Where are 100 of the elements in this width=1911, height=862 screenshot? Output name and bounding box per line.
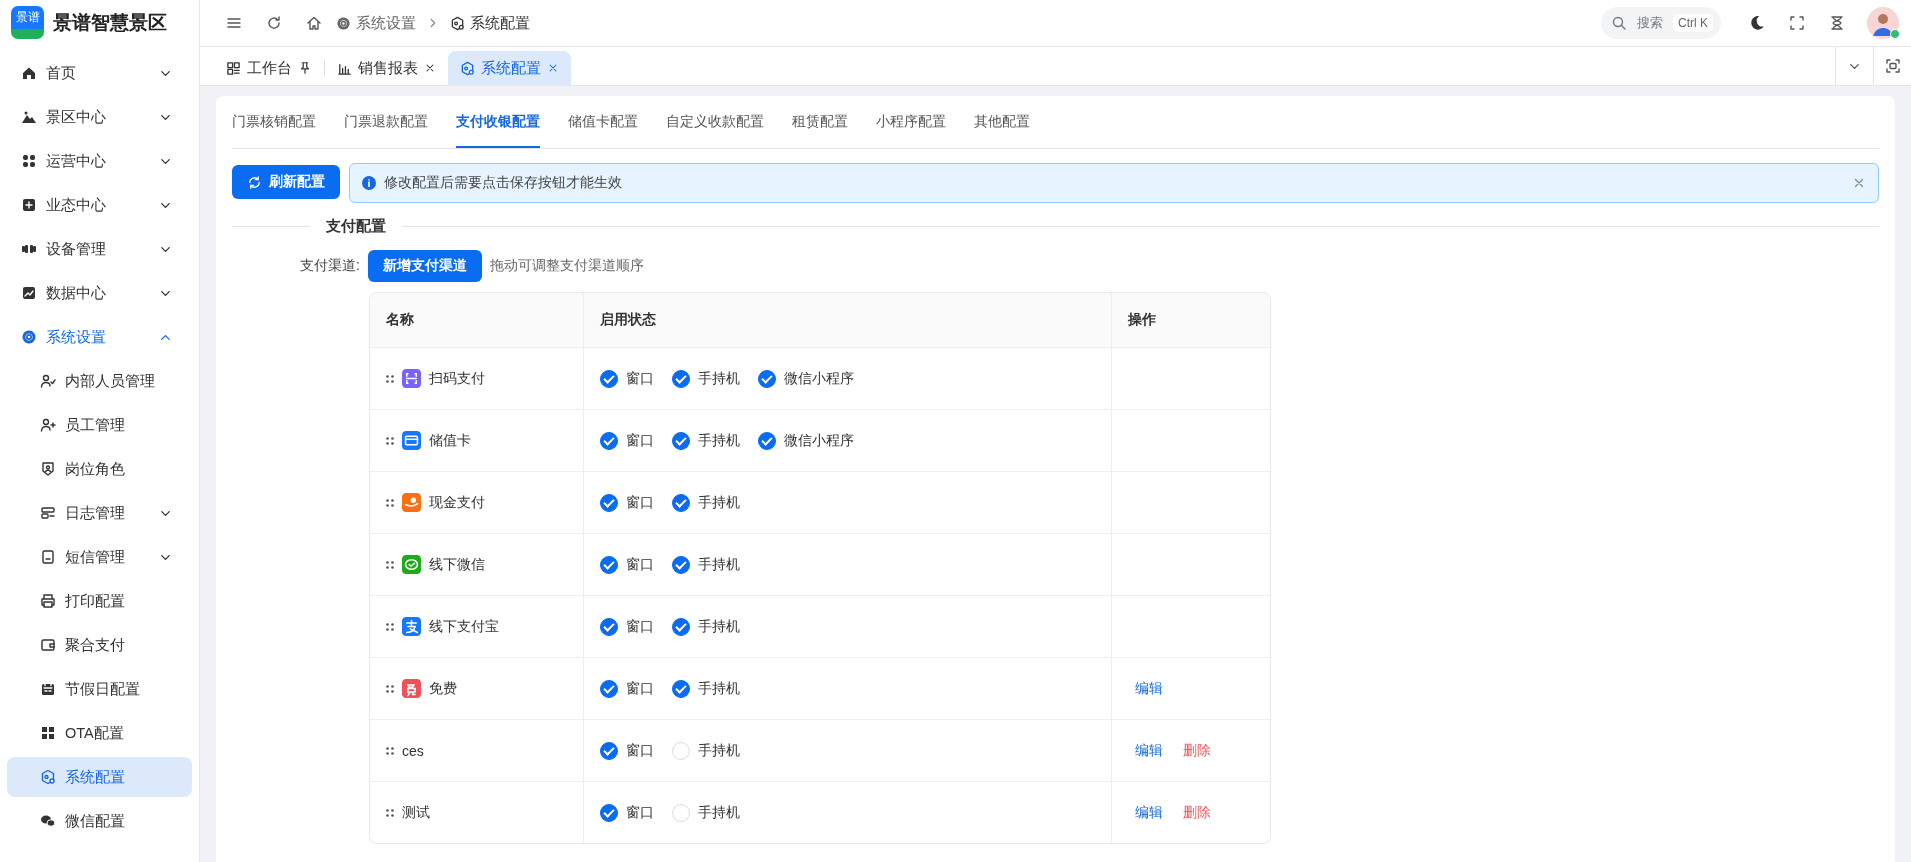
sidebar-item[interactable]: 景区中心 bbox=[7, 97, 192, 137]
sidebar-item[interactable]: 日志管理 bbox=[7, 493, 192, 533]
log-icon bbox=[40, 505, 56, 521]
config-tab[interactable]: 其他配置 bbox=[974, 96, 1058, 148]
moon-icon bbox=[1748, 14, 1766, 32]
sidebar-item[interactable]: 设备管理 bbox=[7, 229, 192, 269]
column-header: 启用状态 bbox=[583, 293, 1111, 348]
checkbox[interactable] bbox=[599, 617, 618, 636]
menu-icon bbox=[226, 15, 242, 31]
config-tab[interactable]: 租赁配置 bbox=[792, 96, 876, 148]
checkbox[interactable] bbox=[671, 369, 690, 388]
section-title: 支付配置 bbox=[326, 217, 386, 236]
breadcrumb-item: 系统配置 bbox=[470, 13, 530, 33]
edit-link[interactable]: 编辑 bbox=[1134, 741, 1163, 760]
drag-handle-icon[interactable] bbox=[386, 808, 394, 817]
checkbox[interactable] bbox=[599, 431, 618, 450]
channel-name: ces bbox=[402, 742, 424, 759]
page-tab[interactable]: 工作台 bbox=[214, 51, 324, 85]
brand-name: 景谱智慧景区 bbox=[53, 10, 167, 35]
search-icon bbox=[1611, 15, 1627, 31]
fullscreen-icon bbox=[1789, 15, 1805, 31]
edit-link[interactable]: 编辑 bbox=[1134, 803, 1163, 822]
sidebar-item[interactable]: 系统配置 bbox=[7, 757, 192, 797]
sidebar-item[interactable]: 内部人员管理 bbox=[7, 361, 192, 401]
gear-icon bbox=[21, 329, 37, 345]
checkbox-label: 窗口 bbox=[625, 803, 654, 822]
sidebar-item[interactable]: 运营中心 bbox=[7, 141, 192, 181]
config-tab[interactable]: 小程序配置 bbox=[876, 96, 974, 148]
tiles-icon bbox=[40, 725, 56, 741]
checkbox[interactable] bbox=[671, 679, 690, 698]
checkbox[interactable] bbox=[599, 679, 618, 698]
config-tab[interactable]: 门票退款配置 bbox=[344, 96, 456, 148]
message-icon bbox=[40, 549, 56, 565]
drag-handle-icon[interactable] bbox=[386, 622, 394, 631]
page-tab[interactable]: 销售报表 bbox=[325, 51, 448, 85]
drag-handle-icon[interactable] bbox=[386, 374, 394, 383]
home-icon bbox=[21, 65, 37, 81]
sidebar-item[interactable]: 聚合支付 bbox=[7, 625, 192, 665]
sidebar-item[interactable]: 首页 bbox=[7, 53, 192, 93]
store-icon bbox=[21, 197, 37, 213]
brand-logo: 景谱 bbox=[11, 6, 44, 39]
checkbox[interactable] bbox=[757, 431, 776, 450]
delete-link[interactable]: 删除 bbox=[1182, 741, 1211, 760]
drag-handle-icon[interactable] bbox=[386, 436, 394, 445]
add-channel-button[interactable]: 新增支付渠道 bbox=[367, 250, 482, 282]
gear-icon bbox=[336, 15, 351, 31]
config-tab[interactable]: 自定义收款配置 bbox=[666, 96, 792, 148]
checkbox[interactable] bbox=[599, 803, 618, 822]
drag-handle-icon[interactable] bbox=[386, 746, 394, 755]
sidebar-item[interactable]: 员工管理 bbox=[7, 405, 192, 445]
drag-handle-icon[interactable] bbox=[386, 560, 394, 569]
refresh-config-button[interactable]: 刷新配置 bbox=[232, 165, 340, 199]
sidebar-item[interactable]: 业态中心 bbox=[7, 185, 192, 225]
checkbox[interactable] bbox=[599, 493, 618, 512]
sidebar-item[interactable]: 短信管理 bbox=[7, 537, 192, 577]
sidebar-item[interactable]: 打印配置 bbox=[7, 581, 192, 621]
checkbox[interactable] bbox=[599, 369, 618, 388]
search-button[interactable]: 搜索 Ctrl K bbox=[1601, 7, 1721, 39]
config-tab[interactable]: 门票核销配置 bbox=[232, 96, 344, 148]
checkbox[interactable] bbox=[671, 617, 690, 636]
checkbox-label: 手持机 bbox=[697, 431, 740, 450]
chat-icon bbox=[40, 813, 56, 829]
page-tab[interactable]: 系统配置 bbox=[448, 51, 571, 85]
sidebar-item[interactable]: 微信配置 bbox=[7, 801, 192, 841]
checkbox[interactable] bbox=[599, 555, 618, 574]
channel-name: 扫码支付 bbox=[429, 369, 485, 388]
channel-name: 线下微信 bbox=[429, 555, 485, 574]
checkbox[interactable] bbox=[757, 369, 776, 388]
sidebar-item[interactable]: 节假日配置 bbox=[7, 669, 192, 709]
hourglass-icon bbox=[1829, 15, 1845, 31]
field-label: 支付渠道: bbox=[300, 257, 360, 275]
checkbox[interactable] bbox=[671, 555, 690, 574]
channel-name: 测试 bbox=[402, 803, 430, 822]
drag-handle-icon[interactable] bbox=[386, 498, 394, 507]
checkbox[interactable] bbox=[671, 431, 690, 450]
person-check-icon bbox=[40, 373, 56, 389]
delete-link[interactable]: 删除 bbox=[1182, 803, 1211, 822]
dashboard-icon bbox=[226, 60, 241, 76]
checkbox-label: 微信小程序 bbox=[783, 369, 854, 388]
sidebar-item[interactable]: 数据中心 bbox=[7, 273, 192, 313]
avatar[interactable] bbox=[1867, 7, 1899, 39]
checkbox-label: 微信小程序 bbox=[783, 431, 854, 450]
refresh-icon bbox=[247, 174, 262, 190]
config-tab[interactable]: 支付收银配置 bbox=[456, 96, 568, 148]
channel-name: 储值卡 bbox=[429, 431, 471, 450]
breadcrumb-item[interactable]: 系统设置 bbox=[356, 13, 416, 33]
config-tab[interactable]: 储值卡配置 bbox=[568, 96, 666, 148]
sidebar-item[interactable]: 系统设置 bbox=[7, 317, 192, 357]
sidebar-item[interactable]: OTA配置 bbox=[7, 713, 192, 753]
close-icon bbox=[547, 62, 559, 74]
alert-message: 修改配置后需要点击保存按钮才能生效 bbox=[384, 174, 623, 192]
edit-link[interactable]: 编辑 bbox=[1134, 679, 1163, 698]
person-star-icon bbox=[40, 417, 56, 433]
checkbox[interactable] bbox=[671, 493, 690, 512]
checkbox-label: 窗口 bbox=[625, 741, 654, 760]
drag-handle-icon[interactable] bbox=[386, 684, 394, 693]
sidebar-item[interactable]: 岗位角色 bbox=[7, 449, 192, 489]
checkbox[interactable] bbox=[599, 741, 618, 760]
badge-person-icon bbox=[40, 461, 56, 477]
close-button[interactable] bbox=[1852, 176, 1866, 190]
